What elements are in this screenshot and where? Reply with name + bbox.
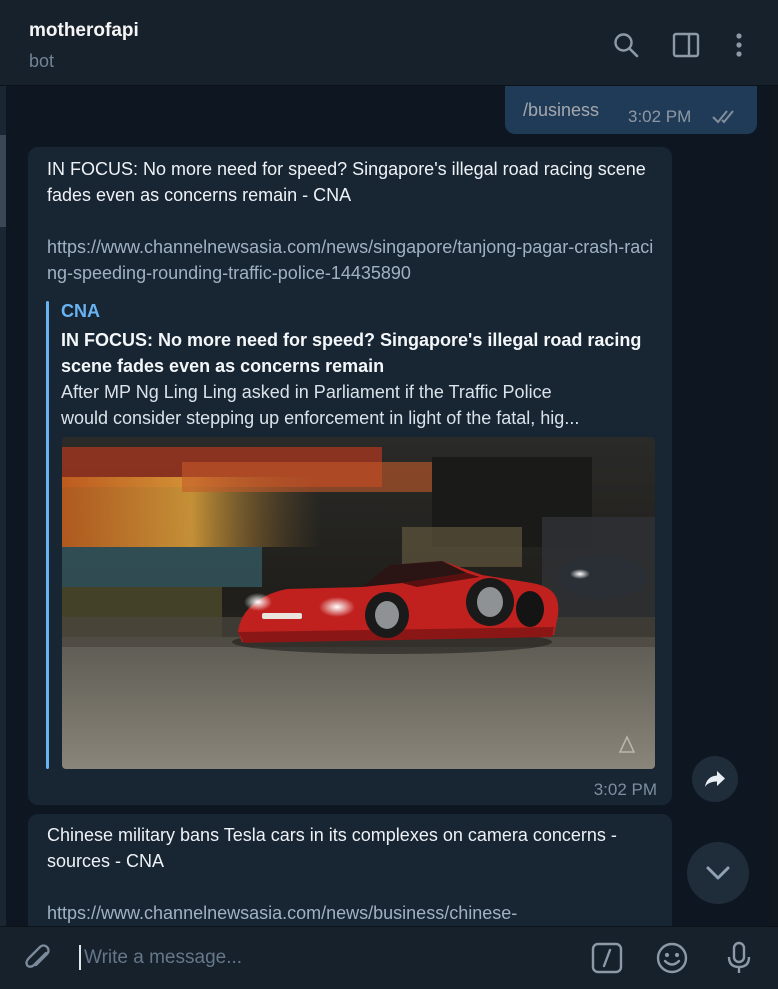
forward-button[interactable] [692,756,738,802]
link-preview-image[interactable] [62,437,655,769]
chat-scrollbar[interactable] [770,86,778,926]
link-preview-site: CNA [61,301,100,321]
chevron-down-icon [706,866,730,880]
message-text: IN FOCUS: No more need for speed? Singap… [47,159,646,205]
more-vertical-icon[interactable] [724,30,754,60]
double-check-icon [712,108,740,129]
message-text: Chinese military bans Tesla cars in its … [47,825,617,871]
chat-header: motherofapi bot [0,0,778,86]
text-cursor [79,945,81,970]
sidebar-toggle-icon[interactable] [671,30,701,60]
incoming-message[interactable]: IN FOCUS: No more need for speed? Singap… [28,147,672,805]
message-link[interactable]: https://www.channelnewsasia.com/news/sin… [47,234,657,286]
message-input-bar [0,926,778,989]
forward-icon [705,771,725,787]
outgoing-message-text: /business [523,100,600,120]
scroll-down-button[interactable] [687,842,749,904]
microphone-icon[interactable] [722,941,756,975]
chat-title[interactable]: motherofapi [29,20,139,42]
message-link[interactable]: https://www.channelnewsasia.com/news/bus… [47,900,657,926]
link-preview-description-line: After MP Ng Ling Ling asked in Parliamen… [61,382,552,402]
search-icon[interactable] [611,30,641,60]
link-preview-title[interactable]: IN FOCUS: No more need for speed? Singap… [61,327,651,379]
chat-status: bot [29,51,55,71]
attach-icon[interactable] [22,943,56,982]
left-panel-scroll-thumb[interactable] [0,135,6,227]
outgoing-message[interactable]: /business 3:02 PM [505,86,757,134]
emoji-icon[interactable] [655,941,689,975]
outgoing-message-time: 3:02 PM [628,107,692,126]
link-preview-description-line: would consider stepping up enforcement i… [61,408,580,428]
message-input[interactable] [82,942,566,974]
message-time: 3:02 PM [593,780,657,799]
bot-commands-icon[interactable] [590,941,624,975]
link-preview-description: After MP Ng Ling Ling asked in Parliamen… [61,379,656,431]
link-preview-bar [46,301,49,769]
